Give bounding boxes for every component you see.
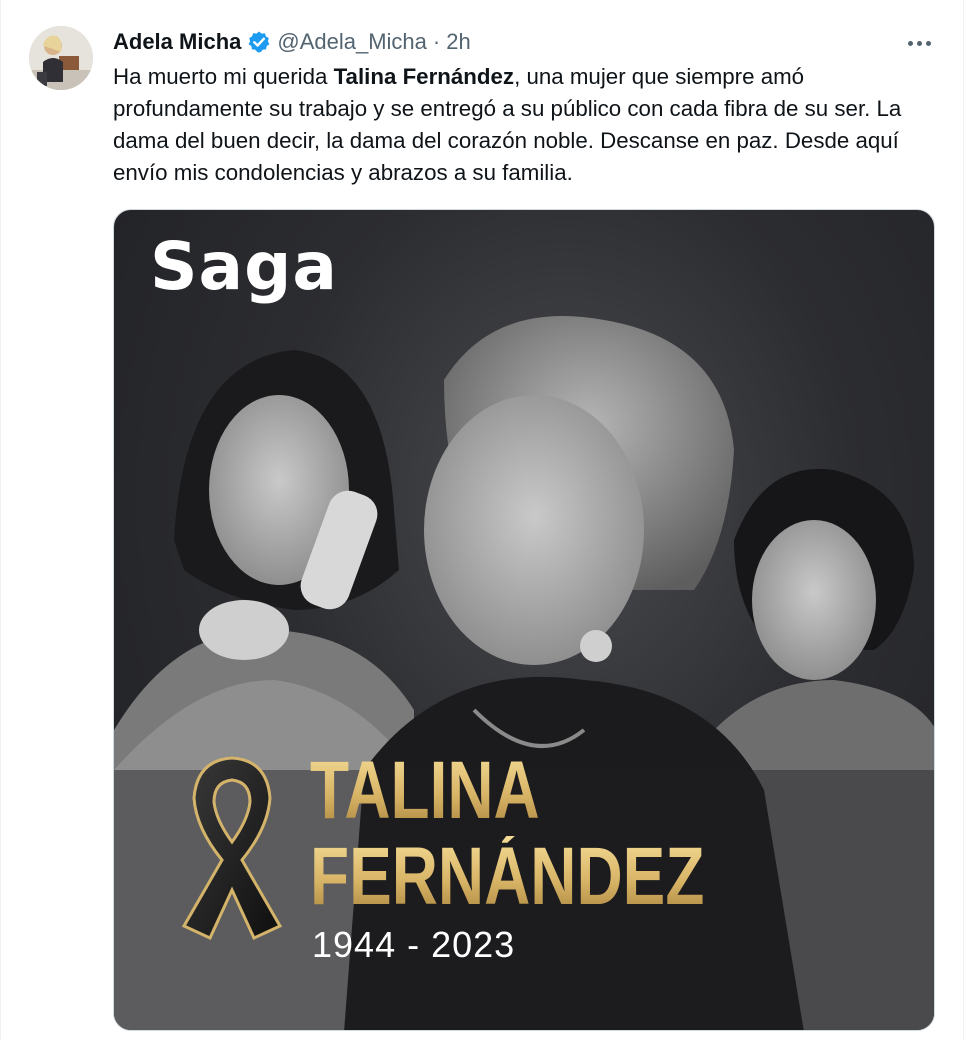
verified-badge-icon [247,30,271,54]
memorial-title-first: TALINA [310,750,704,832]
more-options-icon[interactable] [901,30,937,56]
memorial-title: TALINA FERNÁNDEZ [310,750,704,918]
tweet-text-mention: Talina Fernández [333,64,515,89]
timestamp[interactable]: 2h [446,29,470,55]
memorial-title-last: FERNÁNDEZ [310,831,705,922]
tweet[interactable]: Adela Micha @Adela_Micha · 2h Ha muerto … [0,0,964,1040]
avatar[interactable] [29,26,93,90]
memorial-years: 1944 - 2023 [312,924,516,965]
tweet-header: Adela Micha @Adela_Micha · 2h [113,26,471,58]
tweet-text-start: Ha muerto mi querida [113,64,334,89]
more-dot [916,40,922,46]
mourning-ribbon-icon [181,756,283,940]
more-dot [907,40,913,46]
handle[interactable]: @Adela_Micha [277,29,427,55]
tweet-text: Ha muerto mi querida Talina Fernández, u… [113,61,939,189]
separator-dot: · [432,29,441,54]
display-name[interactable]: Adela Micha [113,29,241,55]
brand-logo: Saga [150,228,338,305]
tweet-image[interactable]: Saga TALINA FERNÁNDEZ 1944 - 2023 [113,209,935,1031]
more-dot [925,40,931,46]
